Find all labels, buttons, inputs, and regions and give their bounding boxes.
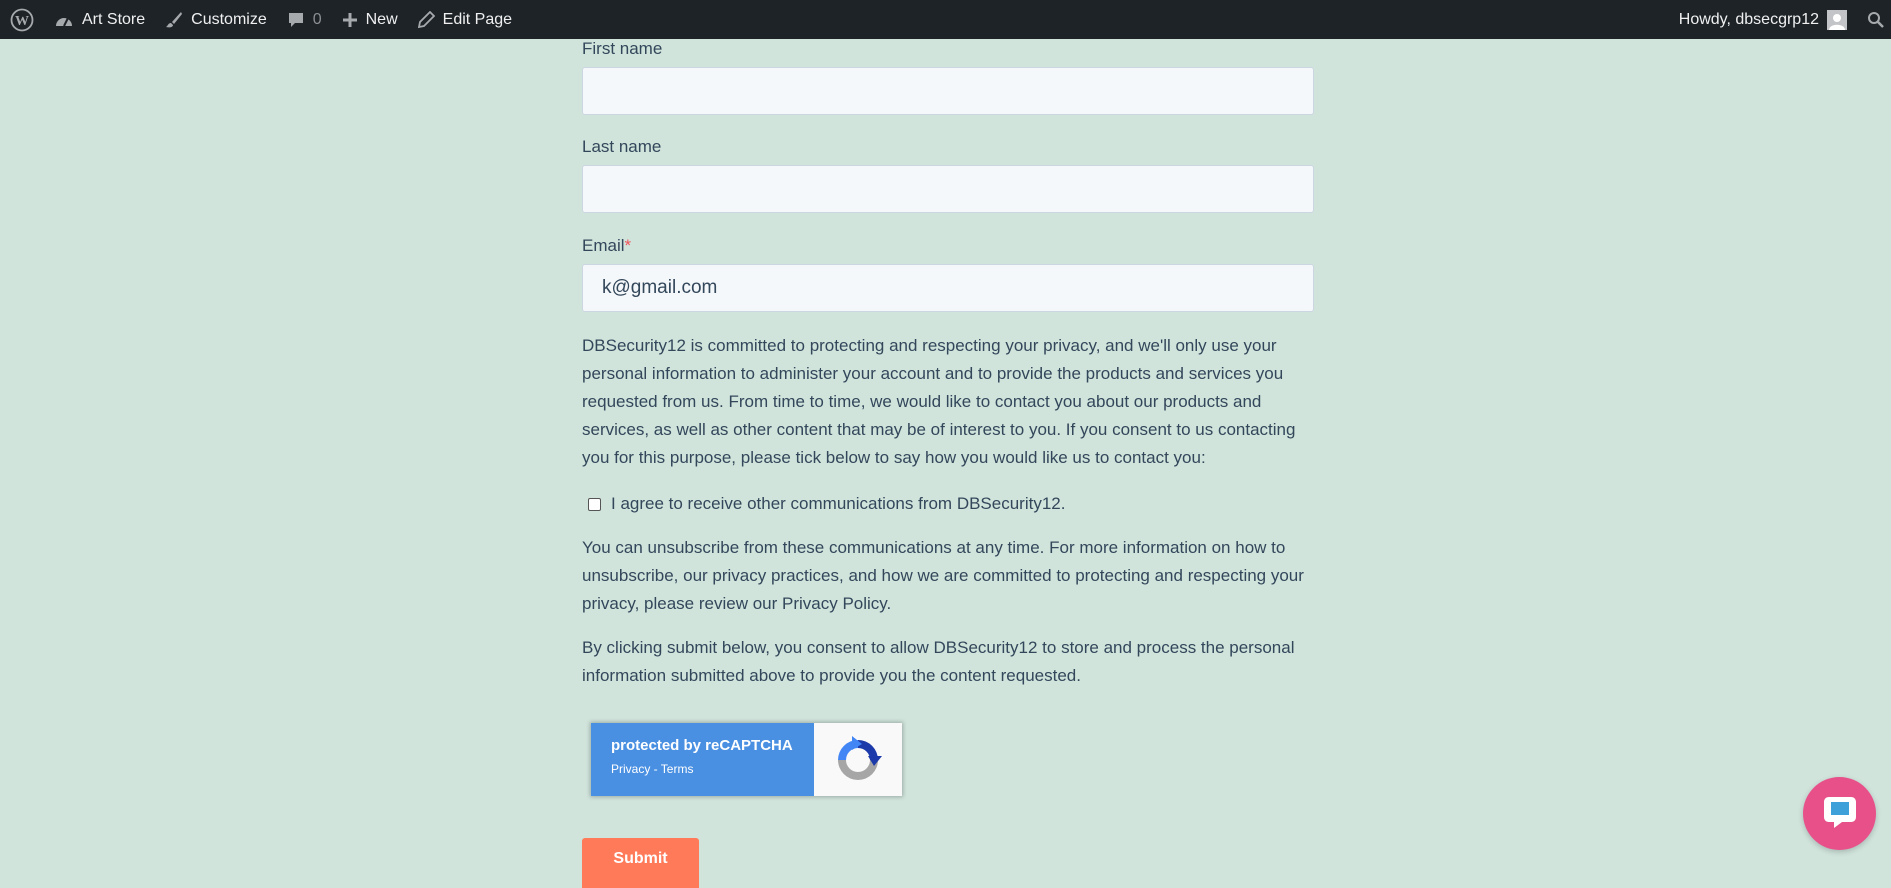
site-name-link[interactable]: Art Store <box>44 0 155 39</box>
email-label: Email <box>582 236 625 255</box>
wordpress-icon: W <box>10 8 34 32</box>
email-input[interactable] <box>582 264 1314 312</box>
customize-label: Customize <box>191 10 267 28</box>
admin-search-button[interactable] <box>1857 0 1891 39</box>
search-icon <box>1867 11 1885 29</box>
consent-checkbox[interactable] <box>588 497 601 511</box>
brush-icon <box>165 11 183 29</box>
submit-button[interactable]: Submit <box>582 838 699 888</box>
comment-icon <box>287 11 305 29</box>
pencil-icon <box>417 11 435 28</box>
required-mark: * <box>624 236 632 255</box>
last-name-label: Last name <box>582 137 662 156</box>
consent-label: I agree to receive other communications … <box>611 494 1066 513</box>
edit-page-link[interactable]: Edit Page <box>408 0 522 39</box>
customize-link[interactable]: Customize <box>155 0 277 39</box>
avatar <box>1827 9 1847 30</box>
first-name-input[interactable] <box>582 67 1314 115</box>
comments-link[interactable]: 0 <box>277 0 332 39</box>
email-label-wrap: Email* <box>582 236 631 256</box>
recaptcha-icon <box>838 735 882 780</box>
dashboard-icon <box>54 12 74 28</box>
new-label: New <box>365 10 398 28</box>
submit-consent-statement: By clicking submit below, you consent to… <box>582 638 1295 685</box>
consent-checkbox-row[interactable]: I agree to receive other communications … <box>588 494 1065 514</box>
recaptcha-badge: protected by reCAPTCHA Privacy - Terms <box>591 723 902 796</box>
recaptcha-links[interactable]: Privacy - Terms <box>611 762 814 776</box>
recaptcha-title: protected by reCAPTCHA <box>611 737 793 754</box>
edit-page-label: Edit Page <box>442 10 513 28</box>
privacy-statement: DBSecurity12 is committed to protecting … <box>582 336 1296 467</box>
chat-icon <box>1820 791 1860 836</box>
comments-count: 0 <box>312 10 322 28</box>
site-name-label: Art Store <box>82 10 146 28</box>
plus-icon <box>342 12 358 28</box>
wordpress-logo-button[interactable]: W <box>0 0 44 39</box>
recaptcha-text-panel: protected by reCAPTCHA Privacy - Terms <box>591 723 814 796</box>
chat-widget-button[interactable] <box>1803 777 1876 850</box>
recaptcha-logo <box>814 723 902 796</box>
howdy-label: Howdy, dbsecgrp12 <box>1678 10 1819 28</box>
my-account-link[interactable]: Howdy, dbsecgrp12 <box>1669 0 1857 39</box>
last-name-input[interactable] <box>582 165 1314 213</box>
svg-text:W: W <box>15 14 29 29</box>
new-content-link[interactable]: New <box>332 0 408 39</box>
unsubscribe-statement: You can unsubscribe from these communica… <box>582 538 1304 613</box>
first-name-label: First name <box>582 39 663 58</box>
admin-bar: W Art Store Customize 0 New Edit Page Ho… <box>0 0 1891 39</box>
